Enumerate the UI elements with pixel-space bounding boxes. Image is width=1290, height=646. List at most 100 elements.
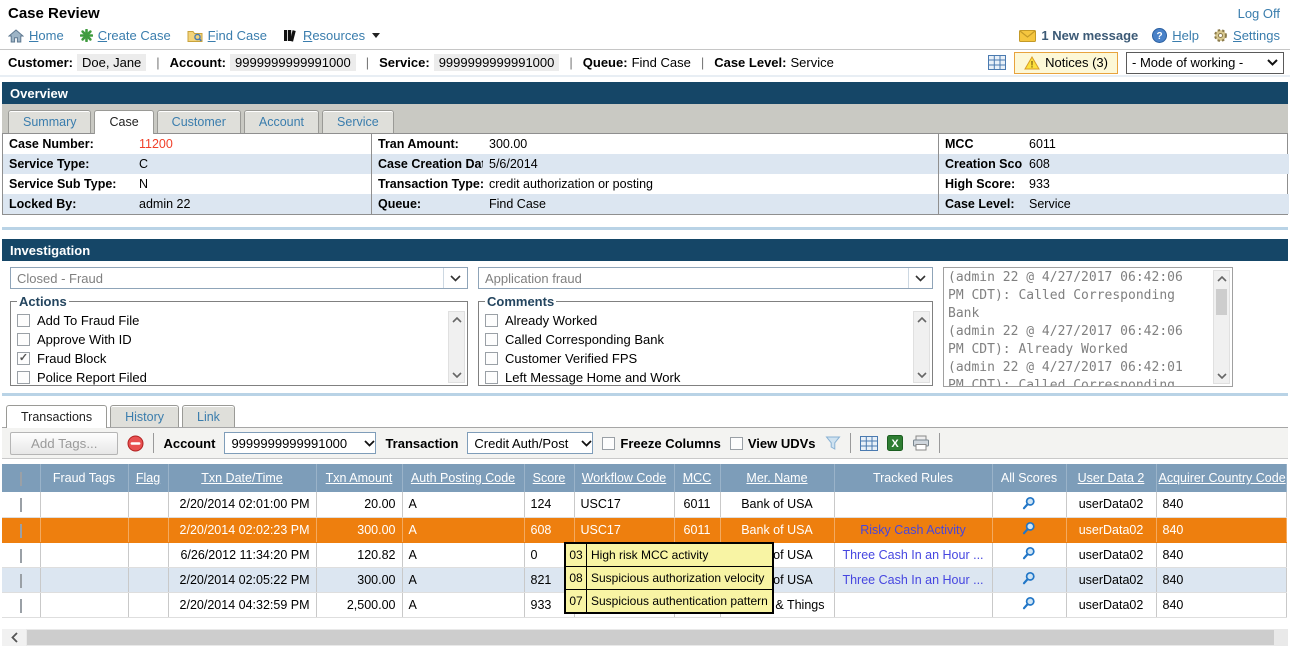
cell-cb bbox=[2, 592, 40, 617]
scrollbar-thumb[interactable] bbox=[27, 630, 1274, 645]
tracked-rule-link[interactable]: Three Cash In an Hour ... bbox=[842, 548, 983, 562]
checkbox[interactable] bbox=[485, 371, 498, 384]
cell-flag bbox=[128, 567, 168, 592]
grid-panel-icon[interactable] bbox=[988, 55, 1006, 70]
col-header-txn-date[interactable]: Txn Date/Time bbox=[168, 464, 316, 492]
notices-button[interactable]: ! Notices (3) bbox=[1014, 52, 1118, 74]
checkbox[interactable] bbox=[485, 333, 498, 346]
view-udvs-checkbox[interactable]: View UDVs bbox=[730, 436, 816, 451]
scroll-up-icon[interactable] bbox=[914, 312, 929, 327]
col-header-cb[interactable] bbox=[2, 464, 40, 492]
checkbox[interactable] bbox=[730, 437, 743, 450]
export-excel-icon[interactable]: X bbox=[887, 435, 903, 451]
print-icon[interactable] bbox=[912, 435, 930, 451]
nav-find-case[interactable]: Find Case bbox=[187, 28, 267, 43]
cell-cb bbox=[2, 567, 40, 592]
horizontal-scrollbar[interactable] bbox=[2, 629, 1288, 646]
log-off-link[interactable]: Log Off bbox=[1238, 6, 1280, 21]
grid-view-icon[interactable] bbox=[860, 436, 878, 451]
checkbox[interactable] bbox=[17, 371, 30, 384]
help-link[interactable]: ? Help bbox=[1152, 28, 1199, 43]
tracked-rule-link[interactable]: Risky Cash Activity bbox=[860, 523, 966, 537]
investigation-body: Closed - Fraud Actions Add To Fraud File… bbox=[2, 261, 1288, 393]
transaction-select[interactable]: Credit Auth/Post bbox=[467, 432, 593, 454]
tab-history[interactable]: History bbox=[110, 405, 179, 427]
col-header-score[interactable]: Score bbox=[524, 464, 574, 492]
checkbox[interactable] bbox=[17, 314, 30, 327]
col-header-flag[interactable]: Flag bbox=[128, 464, 168, 492]
col-header-acq-country[interactable]: Acquirer Country Code bbox=[1156, 464, 1286, 492]
col-header-mcc[interactable]: MCC bbox=[674, 464, 720, 492]
settings-link[interactable]: Settings bbox=[1213, 28, 1280, 43]
col-header-fraud-tags[interactable]: Fraud Tags bbox=[40, 464, 128, 492]
checkbox[interactable] bbox=[17, 352, 30, 365]
scroll-down-icon[interactable] bbox=[1214, 368, 1229, 383]
remove-tags-icon[interactable] bbox=[127, 435, 144, 452]
tab-transactions[interactable]: Transactions bbox=[6, 405, 107, 428]
chevron-down-icon bbox=[443, 268, 467, 288]
case-status-select[interactable]: Closed - Fraud bbox=[10, 267, 468, 289]
tab-customer[interactable]: Customer bbox=[157, 110, 241, 133]
nav-resources[interactable]: Resources bbox=[283, 28, 380, 43]
magnifier-icon[interactable] bbox=[1022, 596, 1036, 610]
col-header-tracked[interactable]: Tracked Rules bbox=[834, 464, 992, 492]
col-header-all-scores[interactable]: All Scores bbox=[992, 464, 1066, 492]
scroll-left-icon[interactable] bbox=[2, 629, 26, 646]
scroll-down-icon[interactable] bbox=[914, 367, 929, 382]
overview-field-label: Creation Score: bbox=[938, 154, 1023, 174]
col-header-user-data2[interactable]: User Data 2 bbox=[1066, 464, 1156, 492]
cell-tracked: Risky Cash Activity bbox=[834, 517, 992, 542]
filter-funnel-icon[interactable] bbox=[825, 436, 841, 450]
comments-scrollbar[interactable] bbox=[913, 311, 930, 383]
checkbox[interactable] bbox=[485, 352, 498, 365]
scroll-up-icon[interactable] bbox=[1214, 271, 1229, 286]
tab-link[interactable]: Link bbox=[182, 405, 235, 427]
col-header-txn-amount[interactable]: Txn Amount bbox=[316, 464, 402, 492]
magnifier-icon[interactable] bbox=[1022, 521, 1036, 535]
nav-create-case[interactable]: Create Case bbox=[80, 28, 171, 43]
checkbox[interactable] bbox=[17, 333, 30, 346]
log-scrollbar[interactable] bbox=[1213, 270, 1230, 384]
envelope-icon bbox=[1019, 30, 1036, 42]
table-row[interactable]: 2/20/2014 02:01:00 PM20.00A124USC176011B… bbox=[2, 492, 1286, 517]
checkbox-label: Customer Verified FPS bbox=[505, 351, 637, 366]
checkbox-row: Already Worked bbox=[485, 311, 910, 330]
tracked-rule-link[interactable]: Three Cash In an Hour ... bbox=[842, 573, 983, 587]
tab-account[interactable]: Account bbox=[244, 110, 319, 133]
col-header-workflow[interactable]: Workflow Code bbox=[574, 464, 674, 492]
nav-home[interactable]: Home bbox=[8, 28, 64, 43]
cell-auth-code: A bbox=[402, 542, 524, 567]
checkbox[interactable] bbox=[602, 437, 615, 450]
mode-of-working-select[interactable]: - Mode of working - bbox=[1126, 52, 1284, 74]
magnifier-icon[interactable] bbox=[1022, 496, 1036, 510]
fraud-type-select[interactable]: Application fraud bbox=[478, 267, 933, 289]
col-header-auth-code[interactable]: Auth Posting Code bbox=[402, 464, 524, 492]
tab-case[interactable]: Case bbox=[94, 110, 153, 134]
chevron-down-icon bbox=[364, 440, 375, 447]
freeze-columns-checkbox[interactable]: Freeze Columns bbox=[602, 436, 720, 451]
tab-service[interactable]: Service bbox=[322, 110, 394, 133]
new-message-link[interactable]: 1 New message bbox=[1019, 28, 1138, 43]
account-label: Account bbox=[163, 436, 215, 451]
table-row[interactable]: 2/20/2014 02:02:23 PM300.00A608USC176011… bbox=[2, 517, 1286, 542]
context-case-level: Case Level: Service bbox=[714, 55, 834, 70]
checkbox[interactable] bbox=[485, 314, 498, 327]
account-select[interactable]: 9999999999991000 bbox=[224, 432, 376, 454]
col-header-mer-name[interactable]: Mer. Name bbox=[720, 464, 834, 492]
magnifier-icon[interactable] bbox=[1022, 571, 1036, 585]
scroll-up-icon[interactable] bbox=[449, 312, 464, 327]
cell-mer-name: Bank of USA bbox=[720, 517, 834, 542]
row-checkbox[interactable] bbox=[20, 599, 22, 613]
actions-scrollbar[interactable] bbox=[448, 311, 465, 383]
select-all-checkbox[interactable] bbox=[20, 472, 22, 486]
row-checkbox[interactable] bbox=[20, 524, 22, 538]
row-checkbox[interactable] bbox=[20, 549, 22, 563]
add-tags-button[interactable]: Add Tags... bbox=[10, 432, 118, 455]
scroll-down-icon[interactable] bbox=[449, 367, 464, 382]
tab-summary[interactable]: Summary bbox=[8, 110, 91, 133]
col-header-label: Txn Amount bbox=[326, 471, 393, 485]
row-checkbox[interactable] bbox=[20, 498, 22, 512]
scrollbar-thumb[interactable] bbox=[1216, 289, 1227, 315]
row-checkbox[interactable] bbox=[20, 574, 22, 588]
magnifier-icon[interactable] bbox=[1022, 546, 1036, 560]
